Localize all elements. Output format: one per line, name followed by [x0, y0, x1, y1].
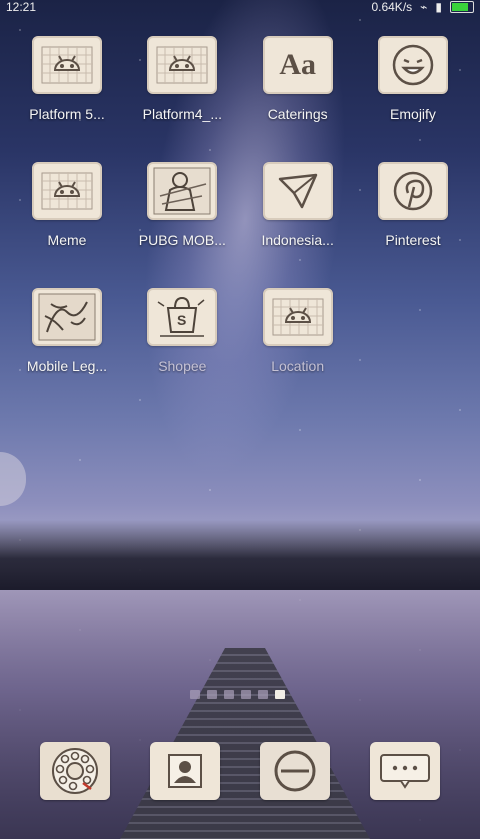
- paper-plane-icon: [262, 162, 333, 220]
- android-grid-icon: [262, 288, 333, 346]
- network-speed: 0.64K/s: [371, 0, 413, 14]
- shopee-bag-icon: S: [147, 288, 218, 346]
- dock-browser[interactable]: [260, 742, 330, 800]
- page-dot-active[interactable]: [275, 690, 285, 699]
- app-row-1: Platform 5... Platform4_... Aa Caterings: [0, 36, 480, 122]
- font-aa-icon: Aa: [262, 36, 333, 94]
- app-label: Meme: [47, 232, 87, 248]
- battery-icon: [450, 1, 474, 13]
- smiley-icon: [377, 36, 448, 94]
- app-label: Emojify: [390, 106, 436, 122]
- contact-card-icon: [168, 754, 202, 788]
- page-dot[interactable]: [207, 690, 217, 699]
- app-row-3: Mobile Leg... S Shopee Location: [0, 288, 480, 374]
- app-platform4[interactable]: Platform4_...: [137, 36, 227, 122]
- app-label: Location: [271, 358, 325, 374]
- app-meme[interactable]: Meme: [22, 162, 112, 248]
- dock-messages[interactable]: [370, 742, 440, 800]
- app-pinterest[interactable]: Pinterest: [368, 162, 458, 248]
- app-pubg[interactable]: PUBG MOB...: [137, 162, 227, 248]
- app-label: Caterings: [267, 106, 328, 122]
- wifi-icon: ⌁: [420, 0, 428, 14]
- page-dot[interactable]: [224, 690, 234, 699]
- app-label: Platform 5...: [29, 106, 105, 122]
- app-grid: Platform 5... Platform4_... Aa Caterings: [0, 36, 480, 414]
- page-dot[interactable]: [258, 690, 268, 699]
- lake: [0, 590, 480, 839]
- app-label: Shopee: [158, 358, 207, 374]
- app-label: Pinterest: [385, 232, 441, 248]
- treeline: [0, 520, 480, 590]
- android-grid-icon: [32, 36, 102, 94]
- rotary-phone-icon: [52, 748, 98, 794]
- signal-icon: ▮: [435, 0, 442, 14]
- edge-drawer-handle[interactable]: [0, 452, 26, 506]
- app-emojify[interactable]: Emojify: [368, 36, 458, 122]
- app-caterings[interactable]: Aa Caterings: [253, 36, 343, 122]
- status-time: 12:21: [6, 0, 37, 14]
- page-dot[interactable]: [241, 690, 251, 699]
- dock-contacts[interactable]: [150, 742, 220, 800]
- status-bar: 12:21 0.64K/s ⌁ ▮: [0, 0, 480, 14]
- app-label: Mobile Leg...: [26, 358, 108, 374]
- svg-text:S: S: [177, 312, 186, 328]
- speech-bubble-icon: [380, 754, 430, 789]
- app-indonesia[interactable]: Indonesia...: [253, 162, 343, 248]
- dock-phone[interactable]: [40, 742, 110, 800]
- app-label: Platform4_...: [142, 106, 223, 122]
- app-location[interactable]: Location: [253, 288, 343, 374]
- pinterest-icon: [377, 162, 448, 220]
- app-mobile-legends[interactable]: Mobile Leg...: [22, 288, 112, 374]
- app-label: PUBG MOB...: [138, 232, 226, 248]
- android-grid-icon: [32, 162, 102, 220]
- android-grid-icon: [147, 36, 218, 94]
- browser-e-icon: [274, 750, 316, 792]
- dock: [0, 742, 480, 800]
- page-dot[interactable]: [190, 690, 200, 699]
- mobile-legends-icon: [32, 288, 102, 346]
- app-row-2: Meme PUBG MOB... Indonesia... Pinterest: [0, 162, 480, 248]
- app-label: Indonesia...: [261, 232, 334, 248]
- pubg-sketch-icon: [147, 162, 218, 220]
- app-platform-5[interactable]: Platform 5...: [22, 36, 112, 122]
- page-indicator: [190, 690, 285, 699]
- app-shopee[interactable]: S Shopee: [137, 288, 227, 374]
